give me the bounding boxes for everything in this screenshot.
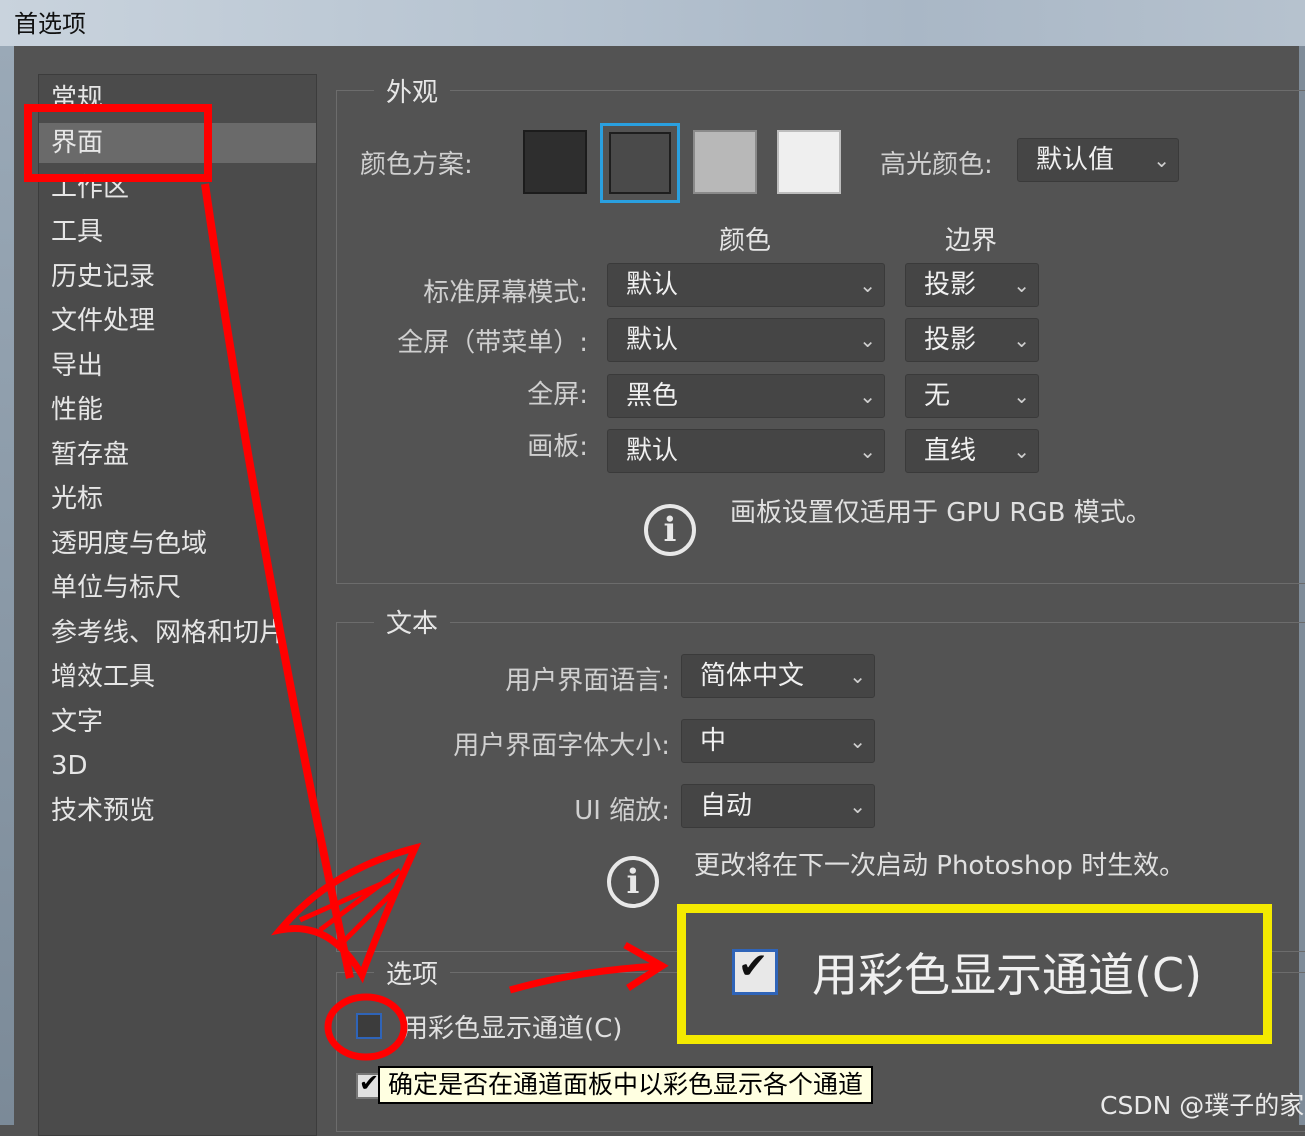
full-screen-with-menus-label: 全屏（带菜单）: — [397, 328, 588, 358]
color-channels-checkbox[interactable] — [356, 1013, 382, 1039]
dropdown-value: 默认 — [626, 325, 679, 355]
color-scheme-medium-dark-swatch[interactable] — [600, 123, 680, 203]
sidebar-item-scratch-disks[interactable]: 暂存盘 — [39, 435, 316, 475]
full-screen-menus-color-dropdown[interactable]: 默认 ⌄ — [607, 318, 885, 362]
sidebar-item-3d[interactable]: 3D — [39, 746, 316, 786]
window-edge-left — [0, 46, 14, 1125]
preferences-dialog: 常规 界面 工作区 工具 历史记录 文件处理 导出 性能 暂存盘 光标 透明度与… — [14, 46, 1305, 1136]
zoom-callout: ✔ 用彩色显示通道(C) — [677, 904, 1272, 1044]
checkmark-icon: ✔ — [738, 946, 769, 987]
ui-language-dropdown[interactable]: 简体中文 ⌄ — [681, 654, 875, 698]
text-legend: 文本 — [374, 603, 451, 640]
sidebar-item-file-handling[interactable]: 文件处理 — [39, 301, 316, 341]
highlight-color-value: 默认值 — [1036, 145, 1115, 175]
chevron-down-icon: ⌄ — [1013, 384, 1030, 408]
dropdown-value: 自动 — [700, 791, 753, 821]
dropdown-value: 无 — [924, 381, 951, 411]
category-sidebar: 常规 界面 工作区 工具 历史记录 文件处理 导出 性能 暂存盘 光标 透明度与… — [38, 74, 317, 1136]
ui-language-label: 用户界面语言: — [505, 666, 670, 696]
artboard-note: 画板设置仅适用于 GPU RGB 模式。 — [730, 498, 1152, 528]
sidebar-item-plugins[interactable]: 增效工具 — [39, 657, 316, 697]
chevron-down-icon: ⌄ — [849, 729, 866, 753]
chevron-down-icon: ⌄ — [1013, 273, 1030, 297]
window-title: 首选项 — [14, 10, 86, 38]
chevron-down-icon: ⌄ — [849, 664, 866, 688]
sidebar-item-performance[interactable]: 性能 — [39, 390, 316, 430]
restart-note: 更改将在下一次启动 Photoshop 时生效。 — [694, 851, 1186, 881]
color-channels-label[interactable]: 用彩色显示通道(C) — [402, 1008, 622, 1045]
artboard-color-dropdown[interactable]: 默认 ⌄ — [607, 429, 885, 473]
highlight-color-dropdown[interactable]: 默认值 ⌄ — [1017, 138, 1179, 182]
sidebar-item-tools[interactable]: 工具 — [39, 212, 316, 252]
appearance-legend: 外观 — [374, 72, 451, 109]
chevron-down-icon: ⌄ — [859, 328, 876, 352]
column-header-border: 边界 — [945, 226, 998, 256]
color-scheme-darkest-swatch[interactable] — [523, 130, 587, 194]
artboard-label: 画板: — [527, 432, 588, 462]
chevron-down-icon: ⌄ — [1153, 148, 1170, 172]
info-icon: i — [644, 504, 696, 556]
full-screen-menus-border-dropdown[interactable]: 投影 ⌄ — [905, 318, 1039, 362]
standard-screen-mode-label: 标准屏幕模式: — [423, 278, 588, 308]
dropdown-value: 投影 — [924, 270, 977, 300]
dropdown-value: 中 — [700, 726, 727, 756]
full-screen-border-dropdown[interactable]: 无 ⌄ — [905, 374, 1039, 418]
ui-scaling-dropdown[interactable]: 自动 ⌄ — [681, 784, 875, 828]
callout-checkbox: ✔ — [732, 946, 778, 995]
checkmark-icon: ✔ — [359, 1069, 380, 1097]
sidebar-item-export[interactable]: 导出 — [39, 346, 316, 386]
dropdown-value: 默认 — [626, 436, 679, 466]
ui-scaling-label: UI 缩放: — [574, 796, 670, 826]
highlight-color-label: 高光颜色: — [880, 150, 993, 180]
title-bar: 首选项 — [0, 0, 1305, 46]
chevron-down-icon: ⌄ — [1013, 439, 1030, 463]
ui-font-size-label: 用户界面字体大小: — [453, 731, 670, 761]
sidebar-item-guides-grid-slices[interactable]: 参考线、网格和切片 — [39, 613, 316, 653]
artboard-border-dropdown[interactable]: 直线 ⌄ — [905, 429, 1039, 473]
dropdown-value: 黑色 — [626, 381, 679, 411]
dropdown-value: 简体中文 — [700, 661, 805, 691]
full-screen-label: 全屏: — [527, 380, 588, 410]
watermark: CSDN @璞子的家 — [1100, 1091, 1305, 1120]
ui-font-size-dropdown[interactable]: 中 ⌄ — [681, 719, 875, 763]
dropdown-value: 默认 — [626, 270, 679, 300]
chevron-down-icon: ⌄ — [859, 439, 876, 463]
standard-screen-color-dropdown[interactable]: 默认 ⌄ — [607, 263, 885, 307]
red-highlight-box — [24, 104, 212, 182]
chevron-down-icon: ⌄ — [859, 273, 876, 297]
tooltip: 确定是否在通道面板中以彩色显示各个通道 — [378, 1066, 874, 1104]
sidebar-item-transparency-gamut[interactable]: 透明度与色域 — [39, 524, 316, 564]
chevron-down-icon: ⌄ — [859, 384, 876, 408]
column-header-color: 颜色 — [719, 226, 772, 256]
sidebar-item-cursors[interactable]: 光标 — [39, 479, 316, 519]
color-scheme-medium-light-swatch[interactable] — [693, 130, 757, 194]
sidebar-item-type[interactable]: 文字 — [39, 702, 316, 742]
color-scheme-label: 颜色方案: — [360, 150, 473, 180]
dropdown-value: 投影 — [924, 325, 977, 355]
dropdown-value: 直线 — [924, 436, 977, 466]
swatch-inner — [609, 132, 671, 194]
color-scheme-lightest-swatch[interactable] — [777, 130, 841, 194]
callout-label: 用彩色显示通道(C) — [812, 948, 1203, 1002]
full-screen-color-dropdown[interactable]: 黑色 ⌄ — [607, 374, 885, 418]
sidebar-item-history[interactable]: 历史记录 — [39, 257, 316, 297]
options-legend: 选项 — [374, 954, 451, 991]
info-icon: i — [607, 856, 659, 908]
sidebar-item-tech-previews[interactable]: 技术预览 — [39, 791, 316, 831]
chevron-down-icon: ⌄ — [1013, 328, 1030, 352]
chevron-down-icon: ⌄ — [849, 794, 866, 818]
sidebar-item-units-rulers[interactable]: 单位与标尺 — [39, 568, 316, 608]
standard-screen-border-dropdown[interactable]: 投影 ⌄ — [905, 263, 1039, 307]
